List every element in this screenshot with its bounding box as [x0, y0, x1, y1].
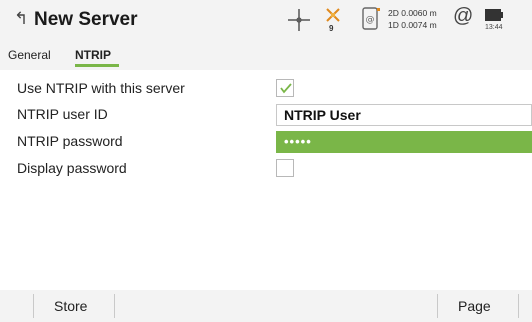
softkey-bar: Store Page [0, 290, 532, 322]
store-button[interactable]: Store [34, 290, 114, 322]
active-tab-indicator [75, 64, 119, 67]
store-button-label: Store [54, 298, 88, 314]
precision-2d: 2D 0.0060 m [388, 8, 437, 18]
at-icon[interactable]: @ [453, 5, 473, 28]
use-ntrip-label: Use NTRIP with this server [17, 80, 185, 96]
clock-time: 13:44 [485, 24, 503, 31]
checkmark-icon [280, 83, 292, 94]
title-bar: ↰ New Server 9 @ 2D 0.0060 m 1D 0.0074 m… [0, 0, 532, 40]
use-ntrip-checkbox[interactable] [276, 79, 294, 97]
user-id-value: NTRIP User [284, 107, 361, 123]
display-password-label: Display password [17, 160, 127, 176]
tab-ntrip[interactable]: NTRIP [75, 48, 111, 62]
form-area: Use NTRIP with this server NTRIP user ID… [0, 70, 532, 290]
tab-strip: General NTRIP [0, 40, 532, 70]
crosshair-icon[interactable] [286, 7, 312, 33]
password-field[interactable]: ••••• [276, 131, 532, 153]
softkey-divider [114, 294, 115, 318]
back-icon[interactable]: ↰ [14, 9, 28, 29]
password-label: NTRIP password [17, 133, 123, 149]
page-title: New Server [34, 9, 138, 30]
satellite-count: 9 [329, 24, 334, 33]
password-value: ••••• [284, 134, 312, 149]
user-id-label: NTRIP user ID [17, 106, 108, 122]
user-id-field[interactable]: NTRIP User [276, 104, 532, 126]
precision-1d: 1D 0.0074 m [388, 20, 437, 30]
softkey-divider [518, 294, 519, 318]
battery-icon[interactable] [484, 8, 504, 22]
display-password-checkbox[interactable] [276, 159, 294, 177]
tab-general[interactable]: General [8, 48, 51, 62]
page-button-label: Page [458, 298, 491, 314]
page-button[interactable]: Page [438, 290, 518, 322]
precision-readout: 2D 0.0060 m 1D 0.0074 m [388, 7, 437, 31]
device-icon[interactable]: @ [360, 6, 382, 32]
svg-text:@: @ [366, 15, 375, 25]
